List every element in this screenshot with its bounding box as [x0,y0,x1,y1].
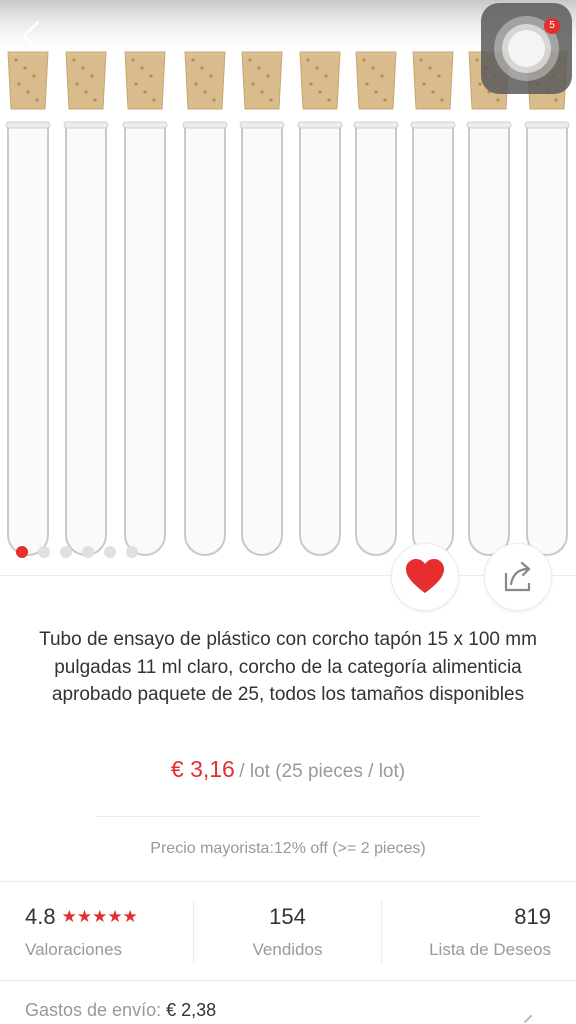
shipping-value: € 2,38 [166,1000,217,1020]
sold-value: 154 [269,904,306,929]
notification-badge: 5 [544,18,560,34]
gallery-dot[interactable] [126,546,138,558]
wishlist-stat: 819 Lista de Deseos [382,882,551,978]
gallery-dot[interactable] [82,546,94,558]
gallery-dot[interactable] [16,546,28,558]
sold-label: Vendidos [252,940,323,959]
shipping-label: Gastos de envío: [25,1000,162,1020]
divider [96,816,480,817]
wishlist-value: 819 [514,904,551,929]
assistive-touch-button[interactable]: 5 [481,3,572,94]
sold-stat: 154 Vendidos [194,882,381,978]
chevron-right-icon [524,1015,532,1023]
gallery-pagination [16,546,138,558]
gallery-dot[interactable] [38,546,50,558]
test-tube [182,51,228,556]
back-button[interactable] [14,12,54,56]
gallery-dot[interactable] [104,546,116,558]
chevron-left-icon [22,20,40,52]
price: € 3,16 [170,756,235,782]
rating-stars: ★★★★★ [61,907,138,926]
product-title: Tubo de ensayo de plástico con corcho ta… [39,629,537,705]
shipping-row[interactable]: Gastos de envío: € 2,38 [25,1000,216,1021]
wholesale-price: Precio mayorista:12% off (>= 2 pieces) [150,840,426,857]
test-tube [63,51,109,556]
wishlist-label: Lista de Deseos [429,940,551,959]
price-line: € 3,16 / lot (25 pieces / lot) [0,756,576,783]
product-stats: 4.8 ★★★★★ Valoraciones 154 Vendidos 819 L… [0,882,576,978]
divider [0,980,576,981]
product-image-gallery[interactable]: 5 [0,0,576,575]
gallery-dot[interactable] [60,546,72,558]
test-tube [524,51,570,556]
price-unit: / lot (25 pieces / lot) [239,761,406,782]
rating-value: 4.8 [25,904,56,929]
share-icon [504,561,531,592]
test-tube [297,51,343,556]
favorite-button[interactable] [391,543,459,611]
test-tube [353,51,399,556]
rating-stat[interactable]: 4.8 ★★★★★ Valoraciones [0,882,193,978]
heart-icon [406,559,444,593]
test-tube [466,51,512,556]
test-tube [5,51,51,556]
test-tube [122,51,168,556]
rating-label: Valoraciones [25,940,123,959]
test-tube [410,51,456,556]
test-tube [239,51,285,556]
share-button[interactable] [484,543,552,611]
